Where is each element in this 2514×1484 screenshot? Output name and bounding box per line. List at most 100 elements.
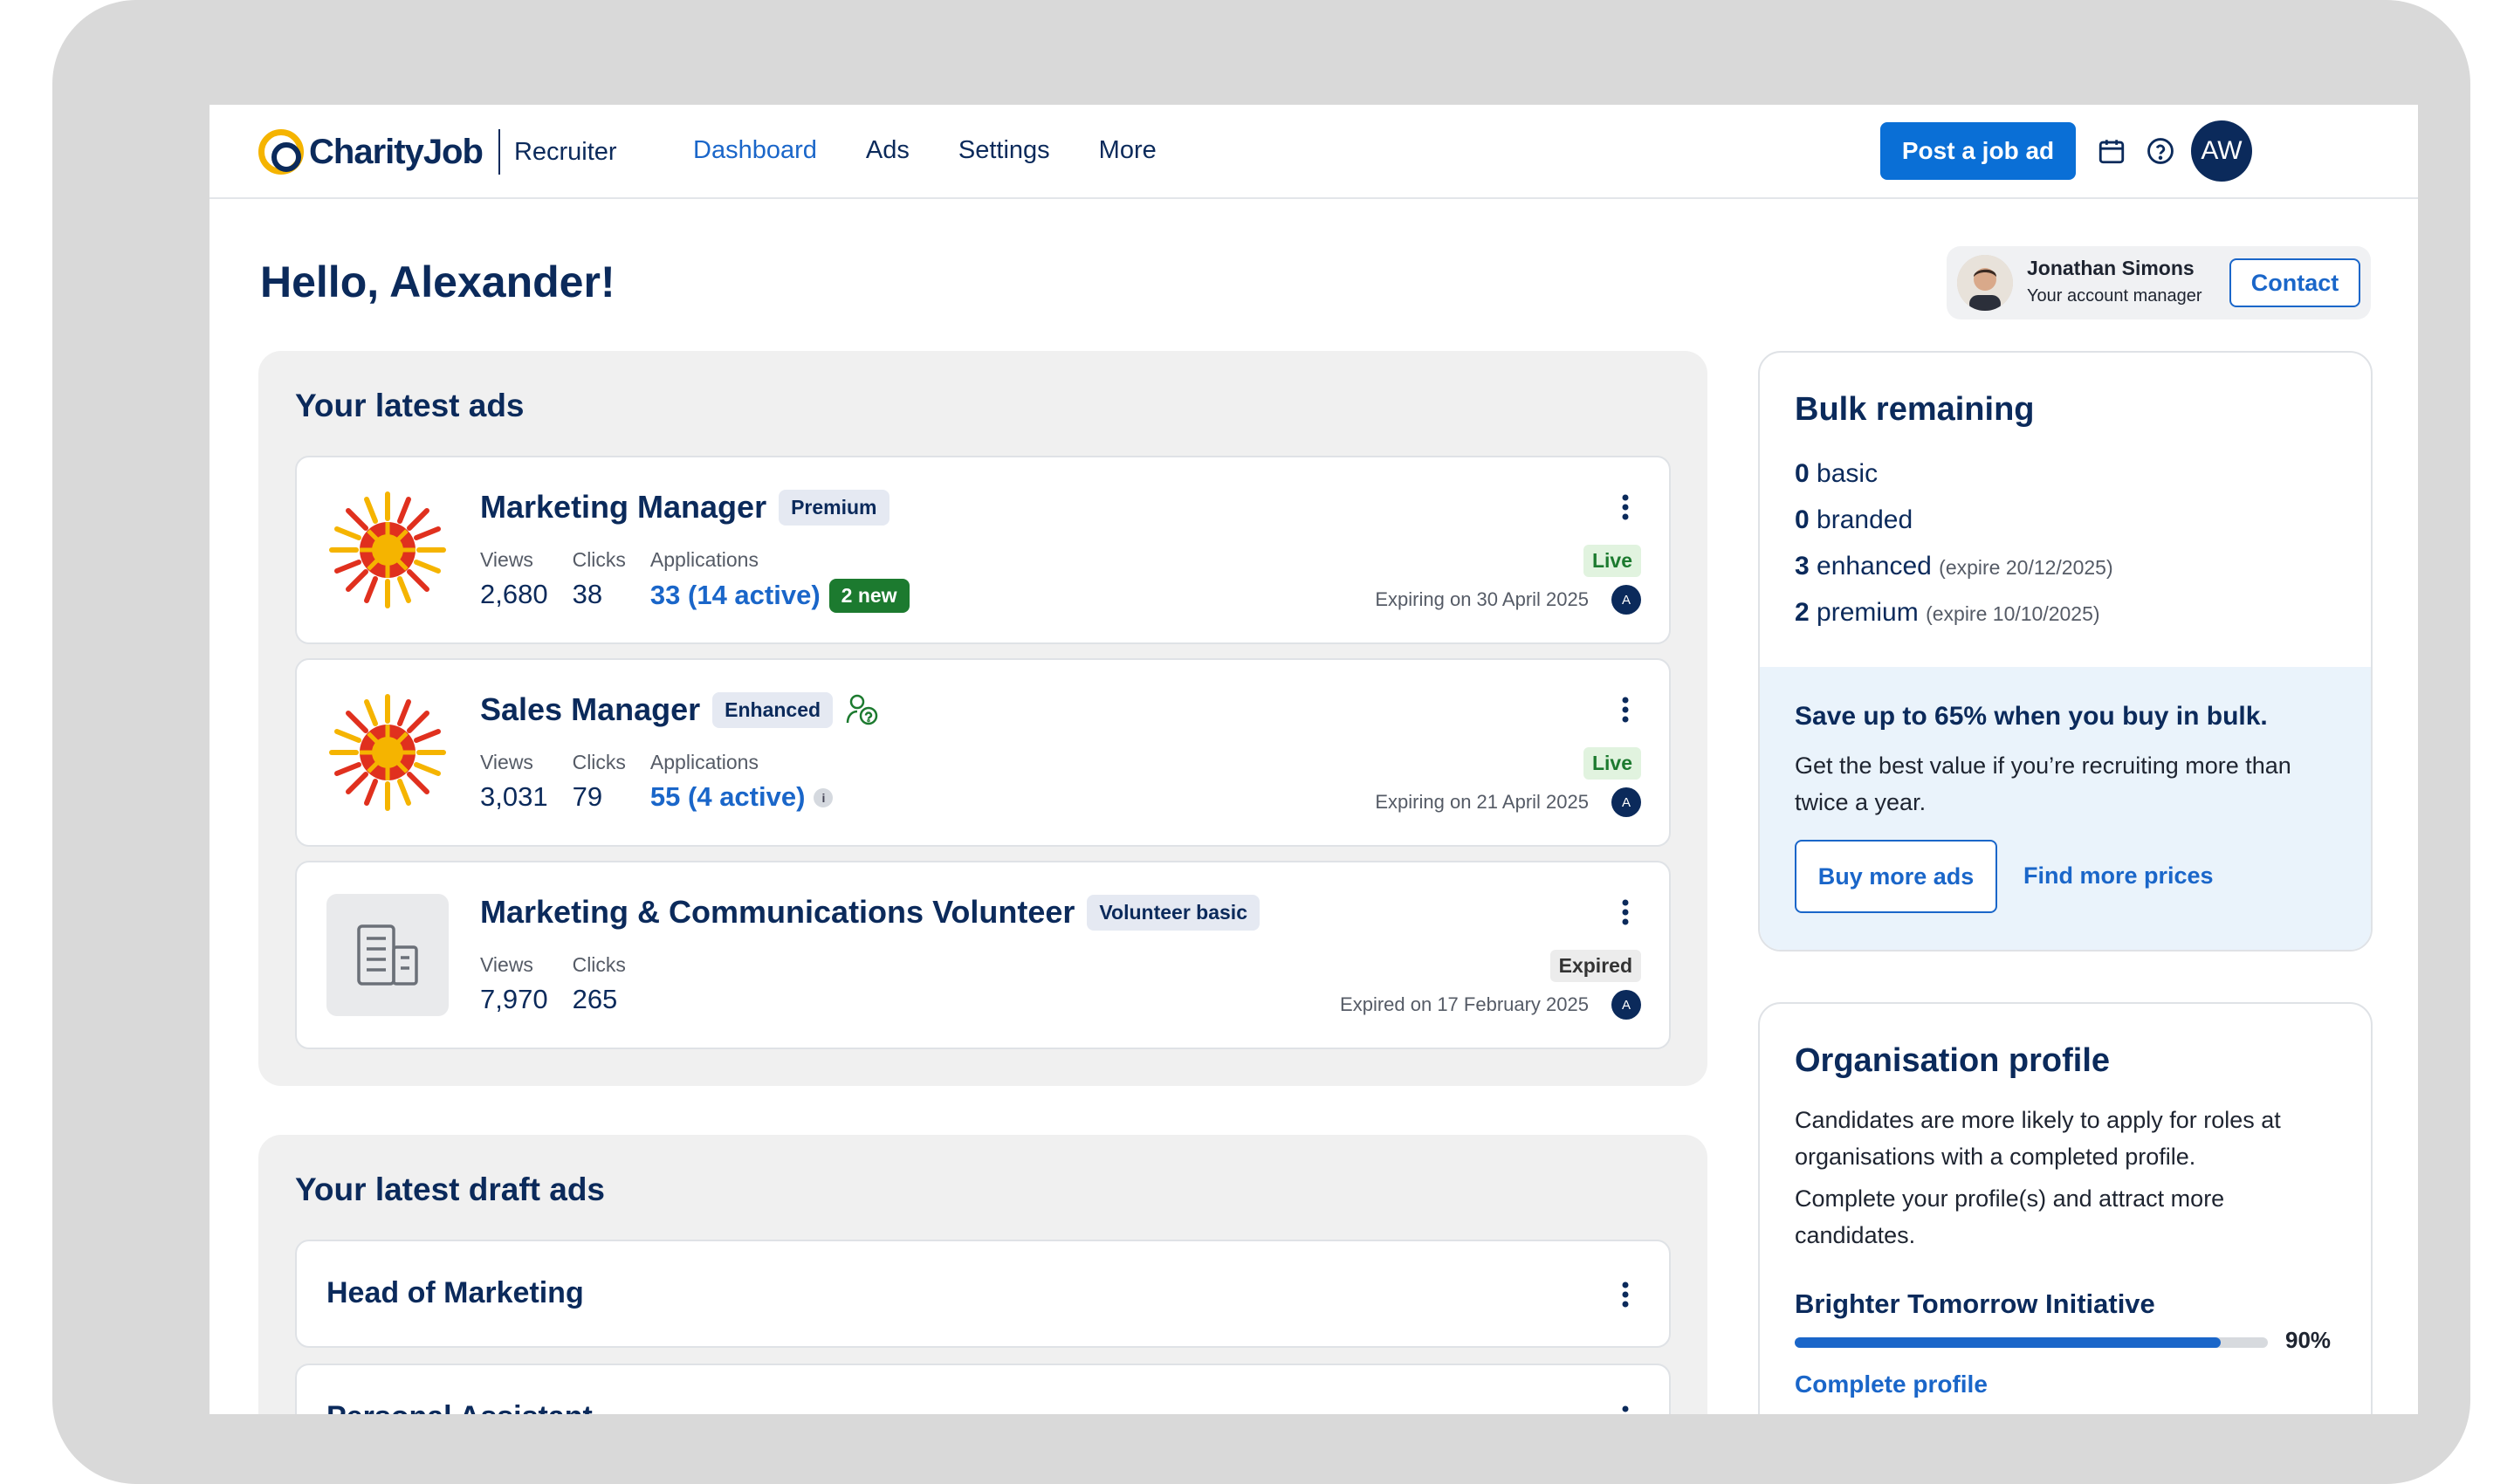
app-screen: CharityJob Recruiter Dashboard Ads Setti… (210, 105, 2418, 1414)
applications-link[interactable]: 55 (4 active) (650, 781, 806, 812)
bulk-count: 3 (1795, 552, 1810, 581)
ad-card[interactable]: Marketing Manager Premium Views 2,680 Cli… (295, 456, 1671, 644)
bulk-count: 0 (1795, 505, 1810, 534)
brand-divider (498, 129, 500, 175)
info-icon[interactable]: i (814, 788, 834, 807)
views-value: 2,680 (480, 579, 548, 609)
device-frame: CharityJob Recruiter Dashboard Ads Setti… (52, 0, 2470, 1484)
sun-logo-icon (329, 694, 446, 811)
more-options-icon[interactable] (1622, 1405, 1629, 1414)
latest-ads-panel: Your latest ads Marketing Manager Premiu… (258, 351, 1707, 1086)
ad-card[interactable]: Marketing & Communications Volunteer Vol… (295, 861, 1671, 1049)
nav-settings[interactable]: Settings (958, 136, 1050, 165)
nav-dashboard[interactable]: Dashboard (693, 136, 817, 165)
clicks-label: Clicks (572, 953, 626, 976)
clicks-label: Clicks (572, 548, 626, 571)
ad-type-tag: Enhanced (712, 691, 834, 728)
brand-logo[interactable]: CharityJob Recruiter (258, 129, 617, 175)
brand-name: CharityJob (309, 132, 484, 171)
sun-logo-icon (329, 491, 446, 608)
bulk-promo: Save up to 65% when you buy in bulk. Get… (1760, 667, 2371, 950)
draft-ads-title: Your latest draft ads (295, 1171, 606, 1207)
bulk-title: Bulk remaining (1795, 391, 2035, 428)
manager-photo (1957, 255, 2013, 311)
draft-ads-panel: Your latest draft ads Head of Marketing … (258, 1135, 1707, 1414)
complete-profile-link[interactable]: Complete profile (1795, 1371, 1988, 1398)
draft-card[interactable]: Personal Assistant (295, 1364, 1671, 1414)
buy-more-ads-button[interactable]: Buy more ads (1795, 840, 1997, 913)
nav-ads[interactable]: Ads (866, 136, 910, 165)
bulk-type: premium (1817, 598, 1919, 627)
ad-title[interactable]: Sales Manager (480, 691, 700, 728)
more-options-icon[interactable] (1622, 899, 1629, 925)
ad-card[interactable]: Sales Manager Enhanced Views 3,031 Clicks… (295, 658, 1671, 847)
placeholder-thumbnail (326, 894, 449, 1016)
bulk-row-branded: 0 branded (1795, 505, 2113, 552)
ad-title[interactable]: Marketing Manager (480, 489, 766, 526)
org-profile-title: Organisation profile (1795, 1042, 2111, 1079)
post-job-ad-button[interactable]: Post a job ad (1880, 122, 2076, 180)
bulk-count: 0 (1795, 459, 1810, 488)
user-avatar[interactable]: AW (2191, 120, 2252, 182)
new-applications-badge: 2 new (828, 579, 910, 613)
owner-avatar: A (1611, 990, 1641, 1020)
views-value: 3,031 (480, 781, 548, 812)
contact-button[interactable]: Contact (2229, 258, 2360, 307)
bulk-type: branded (1817, 505, 1913, 534)
ad-type-tag: Premium (779, 489, 890, 526)
clicks-value: 38 (572, 579, 603, 609)
bulk-type: enhanced (1817, 552, 1932, 581)
ad-stats: Views 7,970 Clicks 265 (480, 953, 626, 1015)
latest-ads-title: Your latest ads (295, 388, 525, 423)
draft-card[interactable]: Head of Marketing (295, 1240, 1671, 1348)
find-more-prices-link[interactable]: Find more prices (2023, 862, 2214, 890)
clicks-label: Clicks (572, 751, 626, 773)
clicks-value: 79 (572, 781, 603, 812)
bulk-count: 2 (1795, 598, 1810, 627)
views-label: Views (480, 751, 533, 773)
main-nav: Dashboard Ads Settings More (693, 136, 1157, 165)
views-label: Views (480, 953, 533, 976)
applications-label: Applications (649, 548, 759, 571)
applications-label: Applications (649, 751, 759, 773)
ad-stats: Views 3,031 Clicks 79 Applications 55 (4 ac… (480, 751, 834, 813)
ad-title[interactable]: Marketing & Communications Volunteer (480, 894, 1075, 931)
bulk-expiry: (expire 10/10/2025) (1926, 602, 2100, 625)
nav-more[interactable]: More (1099, 136, 1157, 165)
status-badge: Live (1583, 545, 1641, 577)
owner-avatar: A (1611, 787, 1641, 817)
promo-text: Get the best value if you’re recruiting … (1795, 752, 2291, 815)
manager-role: Your account manager (2027, 286, 2202, 306)
bulk-row-premium: 2 premium (expire 10/10/2025) (1795, 598, 2113, 644)
bulk-row-enhanced: 3 enhanced (expire 20/12/2025) (1795, 552, 2113, 598)
ad-stats: Views 2,680 Clicks 38 Applications 33 (14 a… (480, 548, 910, 613)
status-badge: Expired (1549, 950, 1641, 982)
views-value: 7,970 (480, 984, 548, 1014)
account-manager-card: Jonathan Simons Your account manager Con… (1947, 246, 2371, 319)
help-icon[interactable] (2146, 136, 2175, 166)
calendar-icon[interactable] (2097, 136, 2126, 166)
more-options-icon[interactable] (1622, 1281, 1629, 1308)
org-profile-text: Candidates are more likely to apply for … (1795, 1107, 2281, 1170)
draft-title[interactable]: Personal Assistant (326, 1400, 593, 1414)
bulk-expiry: (expire 20/12/2025) (1939, 556, 2113, 579)
expiry-text: Expiring on 21 April 2025 (1375, 791, 1589, 813)
profile-progress-fill (1795, 1337, 2221, 1348)
status-badge: Live (1583, 747, 1641, 780)
owner-avatar: A (1611, 585, 1641, 615)
building-icon (357, 924, 418, 986)
ad-type-tag: Volunteer basic (1087, 894, 1260, 931)
bulk-row-basic: 0 basic (1795, 459, 2113, 505)
more-options-icon[interactable] (1622, 494, 1629, 520)
applications-link[interactable]: 33 (14 active) (650, 580, 821, 610)
top-nav: CharityJob Recruiter Dashboard Ads Setti… (210, 105, 2418, 199)
profile-progress-bar (1795, 1337, 2268, 1348)
draft-title[interactable]: Head of Marketing (326, 1276, 584, 1310)
more-options-icon[interactable] (1622, 697, 1629, 723)
organisation-name[interactable]: Brighter Tomorrow Initiative (1795, 1288, 2155, 1320)
expiry-text: Expired on 17 February 2025 (1340, 993, 1589, 1015)
bulk-list: 0 basic 0 branded 3 enhanced (expire 20/… (1795, 459, 2113, 644)
candidate-match-icon (846, 694, 878, 725)
views-label: Views (480, 548, 533, 571)
org-profile-cta-text: Complete your profile(s) and attract mor… (1795, 1185, 2225, 1248)
